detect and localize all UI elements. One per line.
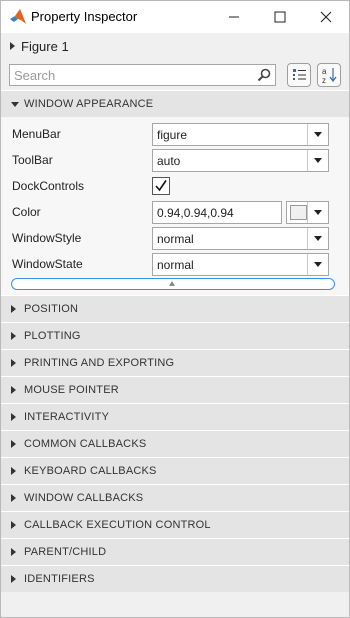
expand-arrow-icon <box>11 548 16 556</box>
section-callback-execution-control[interactable]: CALLBACK EXECUTION CONTROL <box>1 511 349 539</box>
color-swatch <box>290 205 307 220</box>
color-value-field[interactable]: 0.94,0.94,0.94 <box>152 201 282 224</box>
dropdown-button[interactable] <box>307 228 328 249</box>
search-toolbar: a z <box>1 59 349 91</box>
property-label-windowstyle: WindowStyle <box>12 231 82 245</box>
expand-arrow-icon <box>11 332 16 340</box>
windowstate-select[interactable]: normal <box>152 253 329 276</box>
expand-arrow-icon <box>11 494 16 502</box>
expand-arrow-icon <box>11 440 16 448</box>
section-label: POSITION <box>24 303 79 315</box>
dropdown-button[interactable] <box>307 150 328 171</box>
property-label-menubar: MenuBar <box>12 127 61 141</box>
search-input[interactable] <box>14 67 249 83</box>
maximize-icon <box>274 11 286 23</box>
section-label: CALLBACK EXECUTION CONTROL <box>24 519 211 531</box>
section-label: MOUSE POINTER <box>24 384 119 396</box>
property-label-toolbar: ToolBar <box>12 153 53 167</box>
expand-arrow-icon <box>11 467 16 475</box>
windowstyle-select[interactable]: normal <box>152 227 329 250</box>
search-box[interactable] <box>9 64 276 86</box>
toolbar-select[interactable]: auto <box>152 149 329 172</box>
expand-arrow-icon <box>11 575 16 583</box>
section-parent-child[interactable]: PARENT/CHILD <box>1 538 349 566</box>
dockcontrols-checkbox[interactable] <box>152 177 170 195</box>
section-keyboard-callbacks[interactable]: KEYBOARD CALLBACKS <box>1 457 349 485</box>
property-label-dockcontrols: DockControls <box>12 179 85 193</box>
categorized-view-button[interactable] <box>287 63 311 87</box>
windowstyle-value: normal <box>157 232 194 246</box>
property-label-windowstate: WindowState <box>12 257 83 271</box>
property-label-color: Color <box>12 205 41 219</box>
chevron-down-icon <box>314 236 322 241</box>
svg-text:z: z <box>322 76 326 85</box>
matlab-logo-icon <box>10 9 26 24</box>
sort-alphabetical-button[interactable]: a z <box>317 63 341 87</box>
close-button[interactable] <box>303 1 349 33</box>
windowstate-value: normal <box>157 258 194 272</box>
breadcrumb[interactable]: Figure 1 <box>1 33 349 60</box>
section-label: IDENTIFIERS <box>24 573 95 585</box>
section-mouse-pointer[interactable]: MOUSE POINTER <box>1 376 349 404</box>
menubar-value: figure <box>157 128 188 142</box>
section-plotting[interactable]: PLOTTING <box>1 322 349 350</box>
title-bar[interactable]: Property Inspector <box>1 1 349 33</box>
close-icon <box>320 11 332 23</box>
checkmark-icon <box>155 180 167 192</box>
section-label: WINDOW CALLBACKS <box>24 492 144 504</box>
breadcrumb-label: Figure 1 <box>21 39 69 54</box>
section-common-callbacks[interactable]: COMMON CALLBACKS <box>1 430 349 458</box>
chevron-down-icon <box>314 158 322 163</box>
minimize-button[interactable] <box>211 1 257 33</box>
section-label: PRINTING AND EXPORTING <box>24 357 175 369</box>
minimize-icon <box>229 16 239 18</box>
dropdown-button[interactable] <box>307 254 328 275</box>
window-appearance-properties: MenuBar figure ToolBar auto DockControls… <box>1 117 349 295</box>
section-label: PARENT/CHILD <box>24 546 107 558</box>
collapse-arrow-icon <box>11 102 19 107</box>
inspector-empty-area <box>1 592 349 617</box>
window-title: Property Inspector <box>31 9 138 24</box>
property-inspector-window: Property Inspector Figure 1 Search a z W… <box>0 0 350 618</box>
section-window-callbacks[interactable]: WINDOW CALLBACKS <box>1 484 349 512</box>
maximize-button[interactable] <box>257 1 303 33</box>
svg-text:a: a <box>322 67 327 76</box>
section-position[interactable]: POSITION <box>1 295 349 323</box>
color-value: 0.94,0.94,0.94 <box>157 206 234 220</box>
expand-arrow-icon <box>11 413 16 421</box>
chevron-down-icon <box>314 262 322 267</box>
search-icon[interactable] <box>257 68 271 82</box>
chevron-down-icon <box>314 210 322 215</box>
toolbar-value: auto <box>157 154 181 168</box>
section-identifiers[interactable]: IDENTIFIERS <box>1 565 349 593</box>
list-view-icon <box>293 69 306 80</box>
section-label: INTERACTIVITY <box>24 411 110 423</box>
dropdown-button[interactable] <box>307 202 328 223</box>
section-label: COMMON CALLBACKS <box>24 438 147 450</box>
dropdown-button[interactable] <box>307 124 328 145</box>
expand-arrow-icon <box>11 359 16 367</box>
expand-arrow-icon <box>11 521 16 529</box>
collapse-section-bar[interactable] <box>11 278 335 290</box>
section-interactivity[interactable]: INTERACTIVITY <box>1 403 349 431</box>
expand-arrow-icon <box>11 386 16 394</box>
chevron-down-icon <box>314 132 322 137</box>
expand-arrow-icon[interactable] <box>10 42 15 50</box>
chevron-up-icon <box>169 281 175 286</box>
sort-az-icon: a z <box>322 67 337 85</box>
section-window-appearance[interactable]: WINDOW APPEARANCE <box>1 90 349 118</box>
section-label: PLOTTING <box>24 330 81 342</box>
menubar-select[interactable]: figure <box>152 123 329 146</box>
expand-arrow-icon <box>11 305 16 313</box>
section-label: WINDOW APPEARANCE <box>24 98 154 110</box>
color-picker-button[interactable] <box>286 201 329 224</box>
section-printing-and-exporting[interactable]: PRINTING AND EXPORTING <box>1 349 349 377</box>
section-label: KEYBOARD CALLBACKS <box>24 465 157 477</box>
